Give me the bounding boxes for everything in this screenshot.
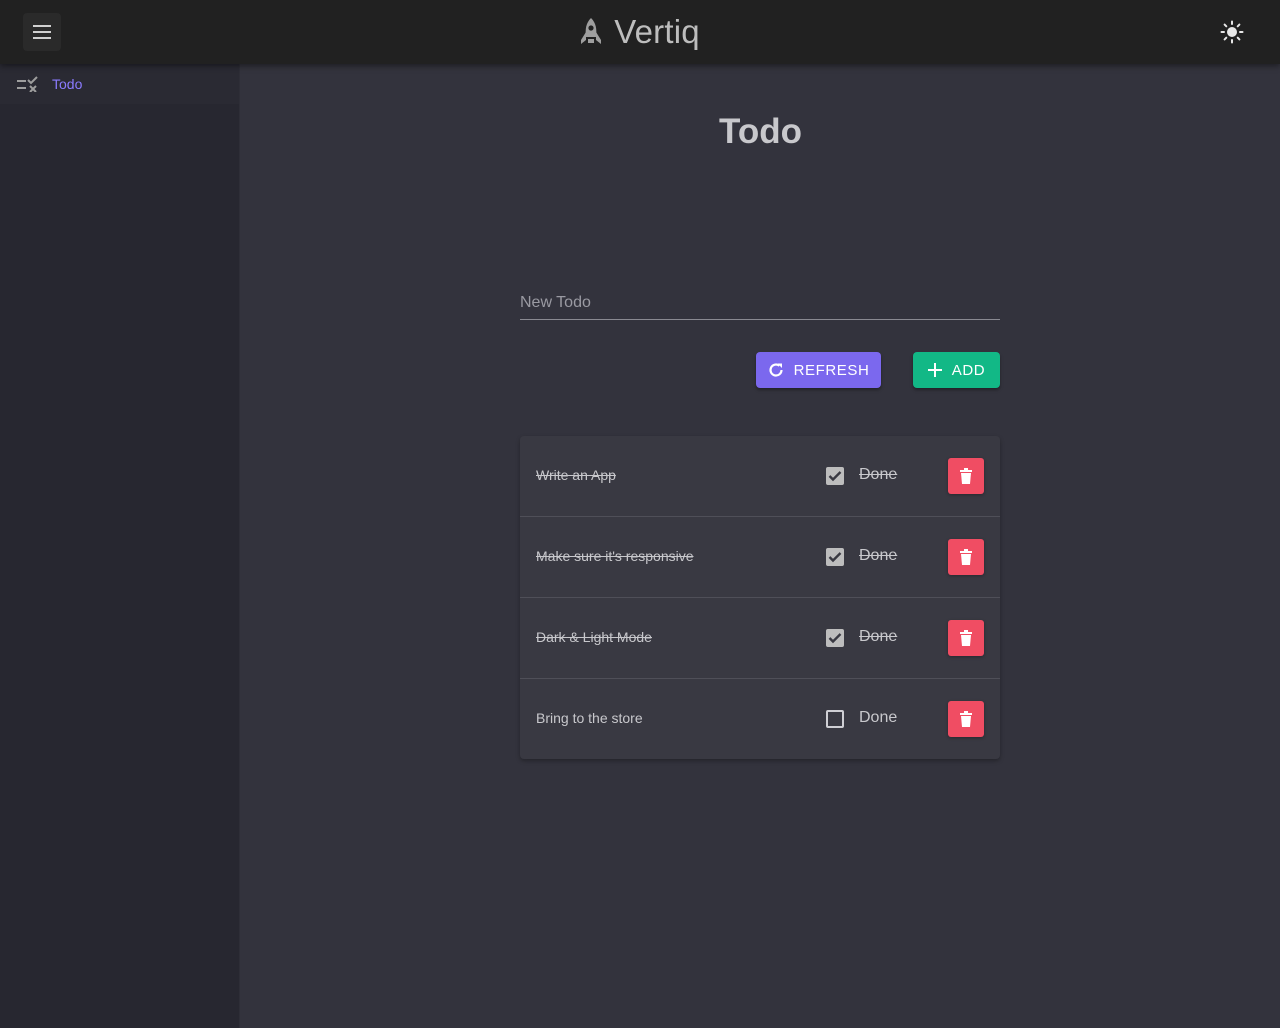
done-checkbox[interactable]	[826, 629, 844, 647]
todo-text: Write an App	[536, 467, 616, 483]
top-app-bar: Vertiq	[0, 0, 1280, 64]
sidebar: Todo	[0, 64, 240, 1028]
checkmark-icon	[828, 471, 842, 482]
refresh-button[interactable]: REFRESH	[756, 352, 881, 388]
todo-text: Bring to the store	[536, 710, 643, 726]
refresh-button-label: REFRESH	[793, 361, 870, 379]
main-content: Todo REFRESH ADD Write an App Done	[241, 64, 1280, 1028]
trash-icon	[960, 711, 972, 727]
done-label: Done	[859, 628, 898, 645]
todo-item: Bring to the store Done	[520, 679, 1000, 759]
page-title: Todo	[719, 112, 802, 151]
delete-button[interactable]	[948, 539, 984, 575]
todo-text: Dark & Light Mode	[536, 629, 652, 645]
todo-item: Make sure it's responsive Done	[520, 517, 1000, 598]
add-button[interactable]: ADD	[913, 352, 1000, 388]
done-label: Done	[859, 709, 898, 726]
theme-toggle-button[interactable]	[1212, 12, 1252, 52]
trash-icon	[960, 549, 972, 565]
menu-button[interactable]	[23, 13, 61, 51]
todo-item: Write an App Done	[520, 436, 1000, 517]
trash-icon	[960, 630, 972, 646]
delete-button[interactable]	[948, 701, 984, 737]
delete-button[interactable]	[948, 620, 984, 656]
checklist-icon	[17, 76, 38, 92]
add-button-label: ADD	[951, 361, 986, 379]
rocket-icon	[581, 18, 602, 44]
app-title: Vertiq	[614, 13, 700, 50]
delete-button[interactable]	[948, 458, 984, 494]
sidebar-item-todo[interactable]: Todo	[0, 64, 239, 104]
checkmark-icon	[828, 552, 842, 563]
sidebar-item-label: Todo	[52, 76, 83, 92]
new-todo-input[interactable]	[520, 286, 1000, 320]
done-checkbox[interactable]	[826, 467, 844, 485]
refresh-icon	[769, 363, 783, 377]
sun-icon	[1220, 20, 1244, 44]
brand: Vertiq	[0, 0, 1280, 64]
todo-list: Write an App Done Make sure it's respons…	[520, 436, 1000, 759]
done-label: Done	[859, 547, 898, 564]
todo-text: Make sure it's responsive	[536, 548, 694, 564]
plus-icon	[927, 363, 942, 377]
done-checkbox[interactable]	[826, 710, 844, 728]
todo-item: Dark & Light Mode Done	[520, 598, 1000, 679]
done-checkbox[interactable]	[826, 548, 844, 566]
hamburger-menu-icon	[33, 25, 51, 39]
checkmark-icon	[828, 633, 842, 644]
trash-icon	[960, 468, 972, 484]
done-label: Done	[859, 466, 898, 483]
